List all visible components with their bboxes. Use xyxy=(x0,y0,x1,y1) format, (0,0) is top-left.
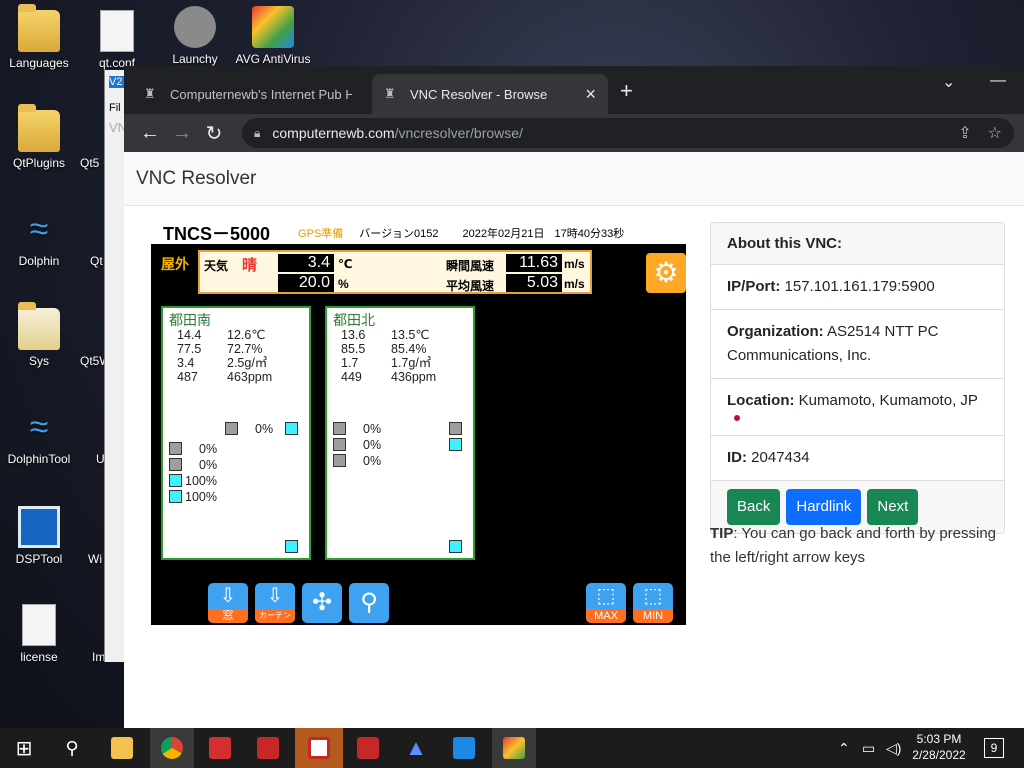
desktop-icon-qt[interactable]: Qt xyxy=(66,208,106,268)
vnc-header: TNCS－5000 GPS準備 バージョン0152 2022年02月21日 17… xyxy=(151,222,686,244)
system-clock[interactable]: 5:03 PM 2/28/2022 xyxy=(900,731,978,763)
network-icon[interactable]: ▭ xyxy=(862,728,875,768)
desktop-icon-avg[interactable]: AVG AntiVirus xyxy=(234,6,312,66)
status-indicator[interactable] xyxy=(449,540,462,553)
file-explorer-icon[interactable] xyxy=(100,728,144,768)
status-indicator[interactable] xyxy=(225,422,238,435)
faucet-icon: ⚲ xyxy=(360,589,378,616)
desktop-icon-qt5w[interactable]: Qt5W xyxy=(66,308,106,368)
expand-icon: ⬚ xyxy=(596,585,616,607)
organization-item: Organization: AS2514 NTT PC Communicatio… xyxy=(711,310,1004,379)
max-button[interactable]: ⬚ MAX xyxy=(586,583,626,623)
hardlink-button[interactable]: Hardlink xyxy=(786,489,862,525)
location-item: Location: Kumamoto, Kumamoto, JP xyxy=(711,379,1004,436)
min-button[interactable]: ⬚ MIN xyxy=(633,583,673,623)
tab-search-chevron-icon[interactable]: ⌄ xyxy=(942,72,955,92)
status-indicator[interactable] xyxy=(169,458,182,471)
back-arrow-icon[interactable]: ← xyxy=(134,122,166,145)
vnc-viewer-icon[interactable] xyxy=(442,728,486,768)
curtain-icon: ⇩ xyxy=(266,585,284,607)
zone-panel-north: 都田北 13.6 13.5℃ 85.5 85.4% 1.7 1.7g/㎥ 449 436… xyxy=(325,306,475,560)
avg-icon[interactable] xyxy=(492,728,536,768)
desktop-icon-qt5[interactable]: Qt5 xyxy=(66,110,106,170)
ip-port-item: IP/Port: 157.101.161.179:5900 xyxy=(711,265,1004,310)
search-icon[interactable]: ⚲ xyxy=(50,728,94,768)
tip-text: TIP: You can go back and forth by pressi… xyxy=(710,525,997,566)
faucet-button[interactable]: ⚲ xyxy=(349,583,389,623)
back-button[interactable]: Back xyxy=(727,489,781,525)
shield-icon[interactable] xyxy=(295,728,343,768)
status-indicator[interactable] xyxy=(285,422,298,435)
desktop-icon-u[interactable]: U xyxy=(66,406,106,466)
status-indicator[interactable] xyxy=(333,438,346,451)
taskbar: ⊞ ⚲ ▲ ⌃ ▭ ◁) 5:03 PM 2/28/2022 9 xyxy=(0,728,1024,768)
status-indicator[interactable] xyxy=(285,540,298,553)
file-icon xyxy=(100,10,134,52)
site-navbar: VNC Resolver xyxy=(124,152,1024,206)
start-windows-icon[interactable]: ⊞ xyxy=(2,728,46,768)
fan-button[interactable]: ✣ xyxy=(302,583,342,623)
status-indicator[interactable] xyxy=(449,422,462,435)
folder-icon xyxy=(18,104,60,152)
zone-panel-south: 都田南 14.4 12.6℃ 77.5 72.7% 3.4 2.5g/㎥ 487 463… xyxy=(161,306,311,560)
folder-icon xyxy=(18,302,60,350)
status-indicator[interactable] xyxy=(333,454,346,467)
forward-arrow-icon[interactable]: → xyxy=(166,122,198,145)
dsptool-icon xyxy=(18,506,60,548)
feather-icon[interactable]: ▲ xyxy=(394,728,438,768)
collapse-icon: ⬚ xyxy=(643,585,663,607)
status-indicator[interactable] xyxy=(169,490,182,503)
tab-bar: ♜ Computernewb's Internet Pub Hu ♜ VNC R… xyxy=(124,66,1024,114)
settings-gear-icon[interactable]: ⚙ xyxy=(646,253,686,293)
shield-icon[interactable] xyxy=(346,728,390,768)
lock-icon: 🔒︎ xyxy=(254,125,261,140)
bookmark-star-icon[interactable]: ☆ xyxy=(988,123,1002,143)
new-tab-button[interactable]: + xyxy=(620,78,633,104)
address-bar[interactable]: 🔒︎ computernewb.com/vncresolver/browse/ … xyxy=(242,118,1014,148)
avg-icon xyxy=(252,6,294,48)
desktop-icon-languages[interactable]: Languages xyxy=(0,4,78,70)
browser-toolbar: ← → ↻ 🔒︎ computernewb.com/vncresolver/br… xyxy=(124,114,1024,152)
curtain-button[interactable]: ⇩ カーテン xyxy=(255,583,295,623)
status-indicator[interactable] xyxy=(449,438,462,451)
show-hidden-icons-chevron-icon[interactable]: ⌃ xyxy=(838,728,850,768)
avira-icon[interactable] xyxy=(198,728,242,768)
desktop-icon-im[interactable]: Im xyxy=(66,604,106,664)
tab-vnc-resolver[interactable]: ♜ VNC Resolver - Browse × xyxy=(372,74,608,114)
window-icon: ⇩ xyxy=(219,585,237,607)
card-header: About this VNC: xyxy=(711,223,1004,265)
dolphin-icon: ≈ xyxy=(29,408,49,446)
minimize-button[interactable]: — xyxy=(990,72,1006,90)
window-button[interactable]: ⇩ 窓 xyxy=(208,583,248,623)
launchy-icon xyxy=(174,6,216,48)
vnc-screenshot: TNCS－5000 GPS準備 バージョン0152 2022年02月21日 17… xyxy=(151,222,686,625)
share-icon[interactable]: ⇪ xyxy=(958,123,971,143)
text-file-icon xyxy=(22,604,56,646)
site-favicon-icon: ♜ xyxy=(144,86,156,101)
status-indicator[interactable] xyxy=(169,474,182,487)
folder-icon xyxy=(18,4,60,52)
browser-window: ♜ Computernewb's Internet Pub Hu ♜ VNC R… xyxy=(124,66,1024,728)
status-indicator[interactable] xyxy=(169,442,182,455)
web-page: VNC Resolver TNCS－5000 GPS準備 バージョン0152 2… xyxy=(124,152,1024,728)
shield-icon[interactable] xyxy=(246,728,290,768)
weather-panel: 天気 晴 3.4 ℃ 20.0 % 瞬間風速 11.63 m/s 平均風速 5.… xyxy=(198,250,592,294)
desktop-icon-launchy[interactable]: Launchy xyxy=(156,6,234,66)
map-marker-icon xyxy=(734,415,740,421)
desktop-icon-qtconf[interactable]: qt.conf xyxy=(78,10,156,70)
tab-computernewb[interactable]: ♜ Computernewb's Internet Pub Hu xyxy=(132,74,364,114)
notifications-icon[interactable]: 9 xyxy=(984,738,1004,758)
desktop-icon-wi[interactable]: Wi xyxy=(66,506,106,566)
vnc-info-card: About this VNC: IP/Port: 157.101.161.179… xyxy=(710,222,1005,534)
chrome-icon[interactable] xyxy=(150,728,194,768)
reload-icon[interactable]: ↻ xyxy=(198,121,230,146)
site-brand[interactable]: VNC Resolver xyxy=(136,168,256,190)
id-item: ID: 2047434 xyxy=(711,436,1004,481)
dolphin-icon: ≈ xyxy=(29,210,49,248)
fan-icon: ✣ xyxy=(311,589,333,616)
close-tab-icon[interactable]: × xyxy=(585,84,596,105)
next-button[interactable]: Next xyxy=(867,489,919,525)
site-favicon-icon: ♜ xyxy=(384,86,396,101)
status-indicator[interactable] xyxy=(333,422,346,435)
